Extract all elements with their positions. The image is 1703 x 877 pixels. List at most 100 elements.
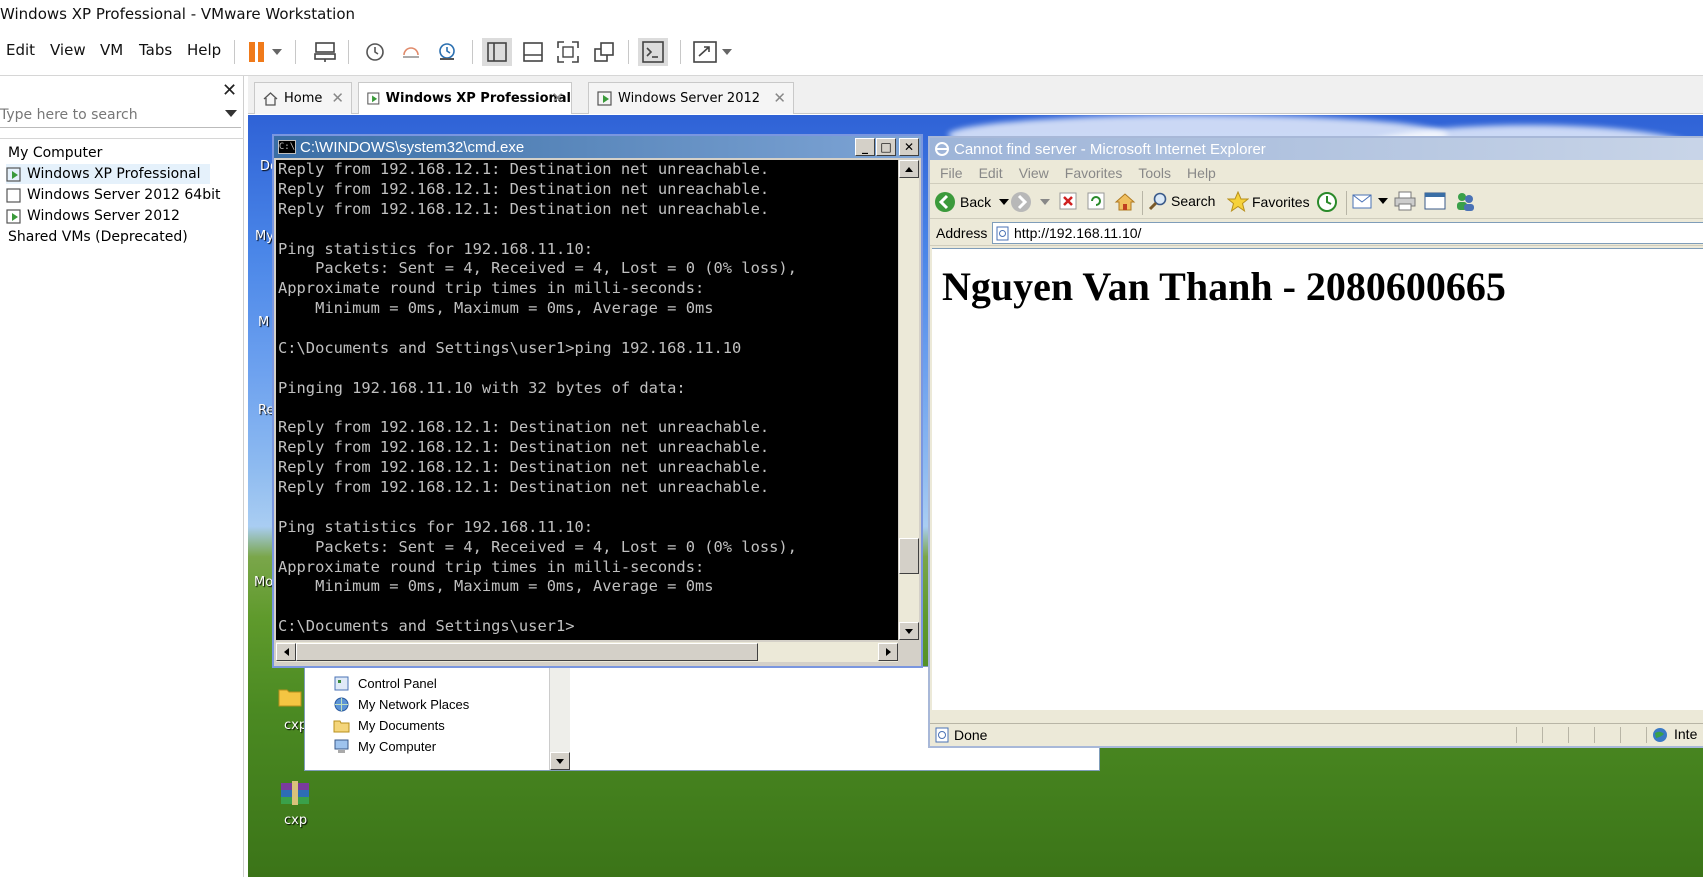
cmd-titlebar[interactable]: C:\ C:\WINDOWS\system32\cmd.exe _ □ ✕ (274, 136, 921, 158)
send-ctrl-alt-del-button[interactable] (310, 38, 340, 66)
full-screen-button[interactable] (553, 38, 583, 66)
tree-item-windows-server-2012[interactable]: Windows Server 2012 (6, 206, 180, 226)
console-line: Minimum = 0ms, Maximum = 0ms, Average = … (278, 577, 714, 596)
cmd-vertical-scrollbar[interactable] (899, 160, 919, 640)
scroll-right-button[interactable] (878, 643, 898, 661)
console-line: Reply from 192.168.12.1: Destination net… (278, 199, 770, 218)
search-dropdown-icon[interactable] (225, 110, 237, 117)
stretch-guest-button[interactable] (690, 38, 720, 66)
refresh-icon (1087, 192, 1105, 210)
minimize-button[interactable]: _ (855, 138, 875, 156)
console-view-button[interactable] (638, 38, 668, 66)
favorites-label: Favorites (1252, 194, 1310, 210)
console-line: Approximate round trip times in milli-se… (278, 557, 705, 576)
address-input[interactable]: http://192.168.11.10/ (992, 222, 1703, 244)
power-dropdown-button[interactable] (268, 38, 286, 66)
tree-item-my-computer[interactable]: My Computer (0, 143, 200, 163)
print-button[interactable] (1394, 191, 1416, 211)
edit-button[interactable] (1424, 191, 1446, 211)
cmd-icon: C:\ (278, 140, 296, 154)
revert-snapshot-button[interactable] (396, 38, 426, 66)
menu-view[interactable]: View (50, 41, 86, 59)
console-line: Packets: Sent = 4, Received = 4, Lost = … (278, 537, 797, 556)
snapshot-button[interactable] (360, 38, 390, 66)
library-divider (0, 138, 244, 139)
maximize-button[interactable]: □ (876, 138, 896, 156)
refresh-button[interactable] (1086, 191, 1106, 211)
ie-page-content[interactable]: Nguyen Van Thanh - 2080600665 (932, 248, 1703, 710)
stretch-dropdown-button[interactable] (718, 38, 736, 66)
list-item-control-panel[interactable]: Control Panel (333, 675, 437, 692)
list-item-my-computer[interactable]: My Computer (333, 738, 436, 755)
snapshot-manager-button[interactable] (432, 38, 462, 66)
home-icon (263, 91, 278, 106)
ie-titlebar[interactable]: Cannot find server - Microsoft Internet … (930, 138, 1703, 160)
scroll-thumb[interactable] (296, 643, 758, 661)
close-tab-icon[interactable]: ✕ (331, 89, 344, 107)
ie-menubar: File Edit View Favorites Tools Help (930, 162, 1703, 184)
history-button[interactable] (1316, 191, 1338, 213)
console-line: Ping statistics for 192.168.11.10: (278, 239, 594, 258)
forward-arrow-icon (1011, 192, 1031, 212)
ie-menu-favorites[interactable]: Favorites (1065, 165, 1123, 181)
explorer-scrollbar[interactable] (549, 667, 570, 770)
vm-icon (6, 187, 21, 203)
mail-button[interactable] (1352, 191, 1388, 211)
scroll-left-button[interactable] (276, 643, 296, 661)
list-item-label: My Network Places (358, 697, 470, 712)
console-output: Reply from 192.168.12.1: Destination net… (278, 160, 898, 637)
page-heading: Nguyen Van Thanh - 2080600665 (942, 264, 1506, 309)
close-library-button[interactable]: ✕ (222, 80, 237, 101)
back-button[interactable]: Back (934, 191, 1010, 213)
library-search-input[interactable] (0, 105, 220, 125)
forward-button[interactable] (1010, 191, 1050, 213)
show-library-button[interactable] (482, 38, 512, 66)
menu-vm[interactable]: VM (100, 41, 123, 59)
scroll-down-button[interactable] (899, 622, 919, 640)
ie-window[interactable]: Cannot find server - Microsoft Internet … (928, 136, 1703, 748)
cmd-window[interactable]: C:\ C:\WINDOWS\system32\cmd.exe _ □ ✕ Re… (272, 134, 923, 668)
tab-windows-server-2012[interactable]: Windows Server 2012 ✕ (588, 82, 794, 114)
ie-menu-tools[interactable]: Tools (1138, 165, 1171, 181)
ie-menu-help[interactable]: Help (1187, 165, 1216, 181)
desktop-icon-folder[interactable] (278, 685, 302, 709)
chevron-down-icon (1378, 198, 1388, 204)
unity-button[interactable] (589, 38, 619, 66)
ie-menu-view[interactable]: View (1019, 165, 1049, 181)
cmd-console[interactable]: Reply from 192.168.12.1: Destination net… (276, 160, 898, 640)
tab-home[interactable]: Home ✕ (254, 82, 352, 114)
tab-windows-xp[interactable]: Windows XP Professional ✕ (358, 82, 572, 114)
scroll-down-button[interactable] (550, 752, 570, 770)
messenger-button[interactable] (1454, 191, 1476, 213)
tree-item-shared-vms[interactable]: Shared VMs (Deprecated) (8, 227, 188, 247)
list-item-my-documents[interactable]: My Documents (333, 717, 445, 734)
desktop-icon-archive[interactable] (280, 780, 310, 806)
status-divider (1620, 727, 1621, 743)
menu-edit[interactable]: Edit (6, 41, 35, 59)
list-item-label: Control Panel (358, 676, 437, 691)
close-tab-icon[interactable]: ✕ (773, 89, 786, 107)
close-tab-icon[interactable]: ✕ (551, 89, 564, 107)
console-line: Pinging 192.168.11.10 with 32 bytes of d… (278, 378, 686, 397)
menu-help[interactable]: Help (187, 41, 221, 59)
ie-menu-edit[interactable]: Edit (979, 165, 1003, 181)
tree-item-windows-server-2012-64bit[interactable]: Windows Server 2012 64bit (6, 185, 220, 205)
favorites-button[interactable]: Favorites (1227, 191, 1310, 213)
scroll-thumb[interactable] (899, 538, 919, 574)
tree-item-windows-xp[interactable]: Windows XP Professional (6, 164, 210, 184)
close-button[interactable]: ✕ (899, 138, 919, 156)
home-button[interactable] (1114, 191, 1136, 213)
list-item-my-network-places[interactable]: My Network Places (333, 696, 469, 713)
status-text: Done (954, 726, 988, 743)
cmd-horizontal-scrollbar[interactable] (276, 642, 898, 662)
ie-menu-file[interactable]: File (940, 165, 963, 181)
menu-tabs[interactable]: Tabs (139, 41, 172, 59)
stop-button[interactable] (1058, 191, 1078, 211)
thumbnail-bar-button[interactable] (518, 38, 548, 66)
search-button[interactable]: Search (1148, 191, 1215, 211)
scroll-up-button[interactable] (899, 160, 919, 178)
library-panel: ✕ My Computer Windows XP Professional Wi… (0, 76, 244, 877)
library-search (0, 104, 241, 128)
